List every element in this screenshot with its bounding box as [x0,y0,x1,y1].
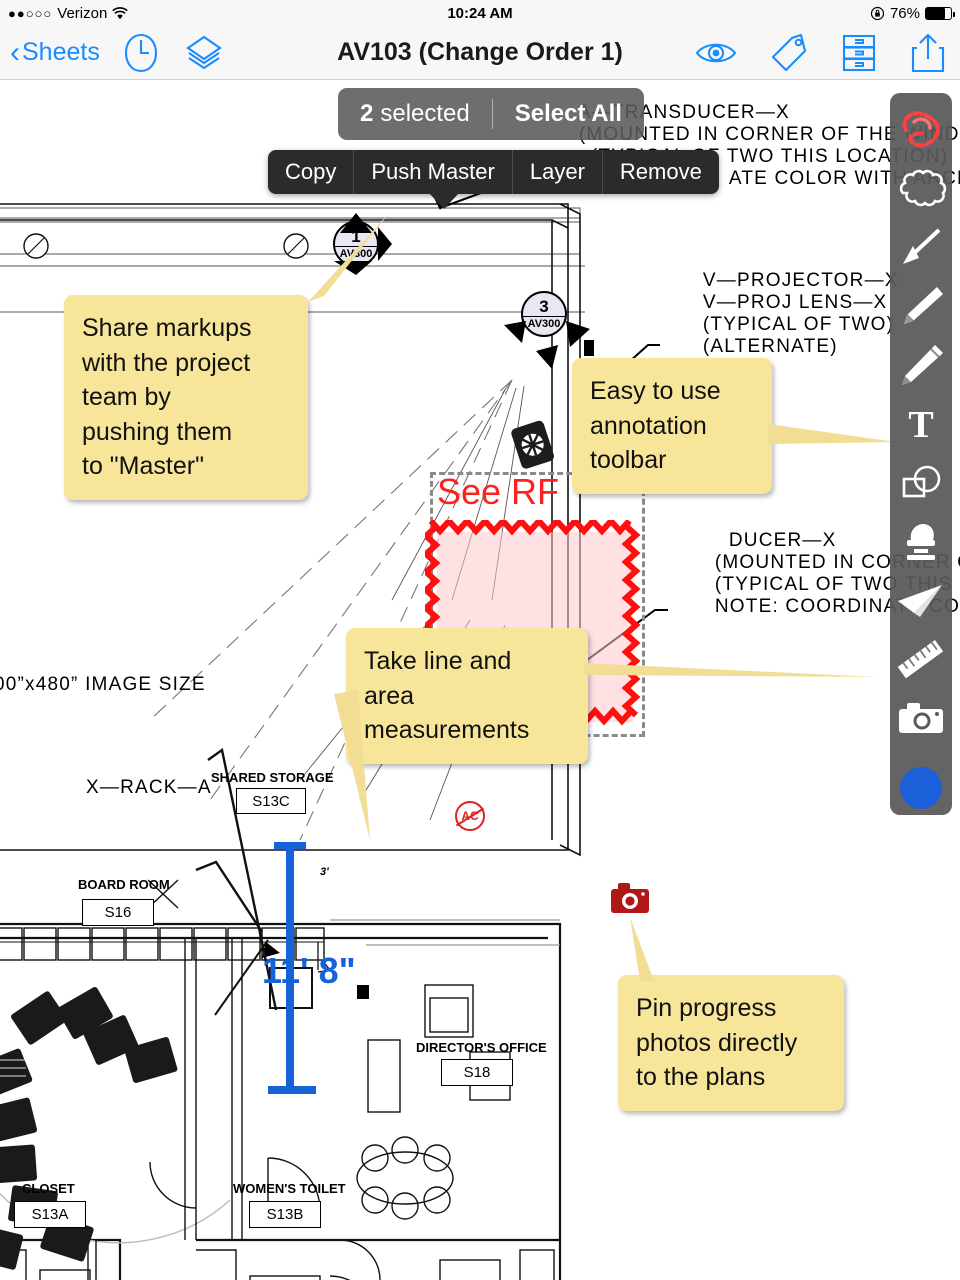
room-directors-office-label: DIRECTOR'S OFFICE [416,1040,547,1055]
annotation-toolbar: T [890,93,952,815]
measurement-tick-bottom[interactable] [268,1086,316,1094]
context-menu-layer-label: Layer [529,159,585,184]
selection-count: 2 [360,100,374,127]
room-shared-storage-tag: S13C [236,788,306,814]
callout-photos[interactable]: Pin progress photos directly to the plan… [618,975,844,1111]
rotation-lock-icon [870,6,885,20]
callout-line: to the plans [636,1063,766,1091]
label-rack: X—RACK—A [86,777,212,798]
drawer-files-icon[interactable] [840,33,878,73]
markup-see-rf[interactable]: See RF [437,471,559,513]
select-all-button[interactable]: Select All [515,100,622,128]
arrow-icon[interactable] [892,219,950,274]
ruler-measure-icon[interactable] [892,632,950,687]
measurement-secondary-value: 3' [320,866,329,878]
app-root: ●●○○○ Verizon 10:24 AM 76% ‹ Sheets AV10… [0,0,960,1280]
red-scribble-highlight-icon[interactable] [892,101,950,156]
context-menu-push-master-label: Push Master [371,159,495,184]
paper-plane-icon[interactable] [892,573,950,628]
callout-line: Easy to use [590,377,721,405]
svg-text:T: T [908,404,933,446]
highlighter-pen-icon[interactable] [892,337,950,392]
color-swatch-button[interactable] [892,760,950,815]
label-image-size: 00”x480” IMAGE SIZE [0,674,206,695]
context-menu-copy[interactable]: Copy [268,150,355,194]
eye-visibility-icon[interactable] [694,39,738,67]
callout-line: toolbar [590,446,667,474]
pencil-icon[interactable] [892,278,950,333]
callout-photos-tail [630,917,654,981]
callout-annotation-toolbar-tail [768,424,896,444]
camera-icon[interactable] [892,691,950,746]
callout-annotation-toolbar[interactable]: Easy to use annotation toolbar [572,358,772,494]
context-menu-remove-label: Remove [619,159,702,184]
clock-time: 10:24 AM [447,4,513,22]
share-export-icon[interactable] [910,32,946,74]
callout-share-markups[interactable]: Share markups with the project team by p… [64,295,308,500]
nav-right-group [694,32,946,74]
callout-measurements-tail [584,663,876,677]
current-color-dot[interactable] [900,766,942,809]
callout-measurements[interactable]: Take line and area measurements [346,628,588,764]
cloud-revision-icon[interactable] [892,160,950,215]
callout-line: photos directly [636,1028,798,1057]
context-menu-pointer [429,193,459,209]
context-menu-push-master[interactable]: Push Master [354,150,513,194]
callout-line: Take line and [364,647,512,675]
markup-context-menu: Copy Push Master Layer Remove [268,150,719,194]
ac-symbol[interactable]: AC [455,801,485,831]
photo-pin-marker[interactable] [611,883,649,913]
battery-percent-label: 76% [889,4,920,22]
callout-line: area [364,681,415,710]
navigation-bar: ‹ Sheets AV103 (Change Order 1) [0,26,960,80]
room-board-room-tag: S16 [82,899,154,926]
room-board-room-label: BOARD ROOM [78,877,170,892]
callout-line: measurements [364,716,530,744]
callout-share-markups-tail [308,212,390,302]
text-tool-icon[interactable]: T [892,396,950,451]
selection-count-label: selected [380,100,470,127]
callout-line: with the project [82,348,251,377]
measurement-value[interactable]: 11' 8" [262,950,356,992]
callout-line: Pin progress [636,994,777,1022]
status-bar: ●●○○○ Verizon 10:24 AM 76% [0,0,960,26]
callout-line: annotation [590,411,707,440]
room-closet-tag: S13A [14,1201,86,1228]
stamp-tool-icon[interactable] [892,514,950,569]
tag-icon[interactable] [770,32,808,74]
callout-line: Share markups [82,314,252,342]
room-closet-label: CLOSET [22,1181,75,1196]
context-menu-remove[interactable]: Remove [603,150,719,194]
room-womens-toilet-tag: S13B [249,1201,321,1228]
selection-divider [491,99,493,129]
callout-line: pushing them [82,417,233,446]
room-womens-toilet-label: WOMEN'S TOILET [233,1181,346,1196]
callout-line: team by [82,383,171,411]
room-directors-office-tag: S18 [441,1059,513,1086]
shapes-tool-icon[interactable] [892,455,950,510]
context-menu-layer[interactable]: Layer [513,150,603,194]
selection-status-bar: 2 selected Select All [338,88,644,140]
context-menu-copy-label: Copy [285,159,337,184]
battery-icon [925,6,955,20]
status-bar-right: 76% [870,4,955,22]
callout-measurements-tail-left [334,690,370,840]
callout-line: to "Master" [82,452,204,480]
